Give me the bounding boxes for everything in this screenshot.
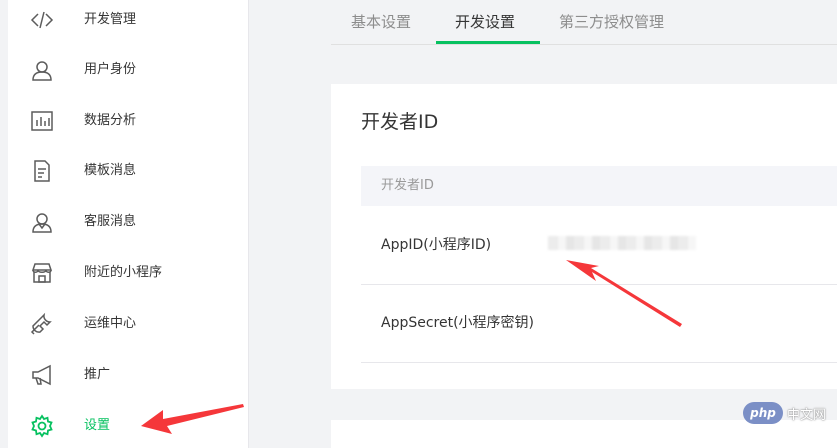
sidebar-item-operations-center[interactable]: 运维中心 (8, 304, 248, 344)
store-icon (30, 261, 54, 285)
sidebar-item-dev-management[interactable]: 开发管理 (8, 0, 248, 40)
sidebar-item-customer-service[interactable]: 客服消息 (8, 202, 248, 242)
user-icon (30, 58, 54, 82)
sidebar-item-template-messages[interactable]: 模板消息 (8, 151, 248, 191)
megaphone-icon (30, 363, 54, 387)
tab-basic-settings[interactable]: 基本设置 (351, 12, 411, 32)
tab-bar: 基本设置 开发设置 第三方授权管理 (331, 0, 837, 45)
watermark-text: 中文网 (787, 407, 827, 423)
sidebar-item-label: 客服消息 (84, 214, 137, 229)
sidebar-item-user-identity[interactable]: 用户身份 (8, 50, 248, 90)
sidebar: 开发管理 用户身份 数据分析 模板消息 客服消息 附近的小程序 运维中心 推广 … (8, 0, 249, 448)
sidebar-item-promotion[interactable]: 推广 (8, 355, 248, 395)
sidebar-item-label: 数据分析 (84, 113, 137, 128)
tab-dev-settings[interactable]: 开发设置 (455, 12, 515, 32)
active-tab-indicator (436, 41, 540, 44)
table-header-label: 开发者ID (381, 178, 434, 193)
sidebar-item-settings[interactable]: 设置 (8, 406, 248, 446)
sidebar-item-label: 推广 (84, 367, 111, 382)
sidebar-item-label: 开发管理 (84, 12, 137, 27)
code-icon (30, 8, 54, 32)
table-header: 开发者ID (361, 166, 837, 206)
customer-service-icon (30, 210, 54, 234)
table-row-appsecret: AppSecret(小程序密钥) (361, 284, 837, 363)
watermark: php 中文网 (743, 401, 837, 425)
bar-chart-icon (30, 109, 54, 133)
tab-third-party-auth[interactable]: 第三方授权管理 (559, 12, 664, 32)
sidebar-item-label: 设置 (84, 418, 111, 433)
gear-icon (30, 414, 54, 438)
sidebar-item-label: 用户身份 (84, 62, 137, 77)
sidebar-item-label: 模板消息 (84, 163, 137, 178)
wrench-icon (30, 312, 54, 336)
document-icon (30, 159, 54, 183)
sidebar-item-label: 运维中心 (84, 316, 137, 331)
sidebar-item-nearby-mini-programs[interactable]: 附近的小程序 (8, 253, 248, 293)
appsecret-label: AppSecret(小程序密钥) (381, 315, 535, 331)
appid-label: AppID(小程序ID) (381, 237, 492, 253)
php-logo: php (743, 402, 783, 424)
card-title: 开发者ID (361, 111, 439, 133)
main-content: 基本设置 开发设置 第三方授权管理 开发者ID 开发者ID AppID(小程序I… (249, 0, 837, 448)
sidebar-item-data-analysis[interactable]: 数据分析 (8, 101, 248, 141)
appid-value-redacted (548, 236, 696, 250)
sidebar-item-label: 附近的小程序 (84, 265, 163, 280)
